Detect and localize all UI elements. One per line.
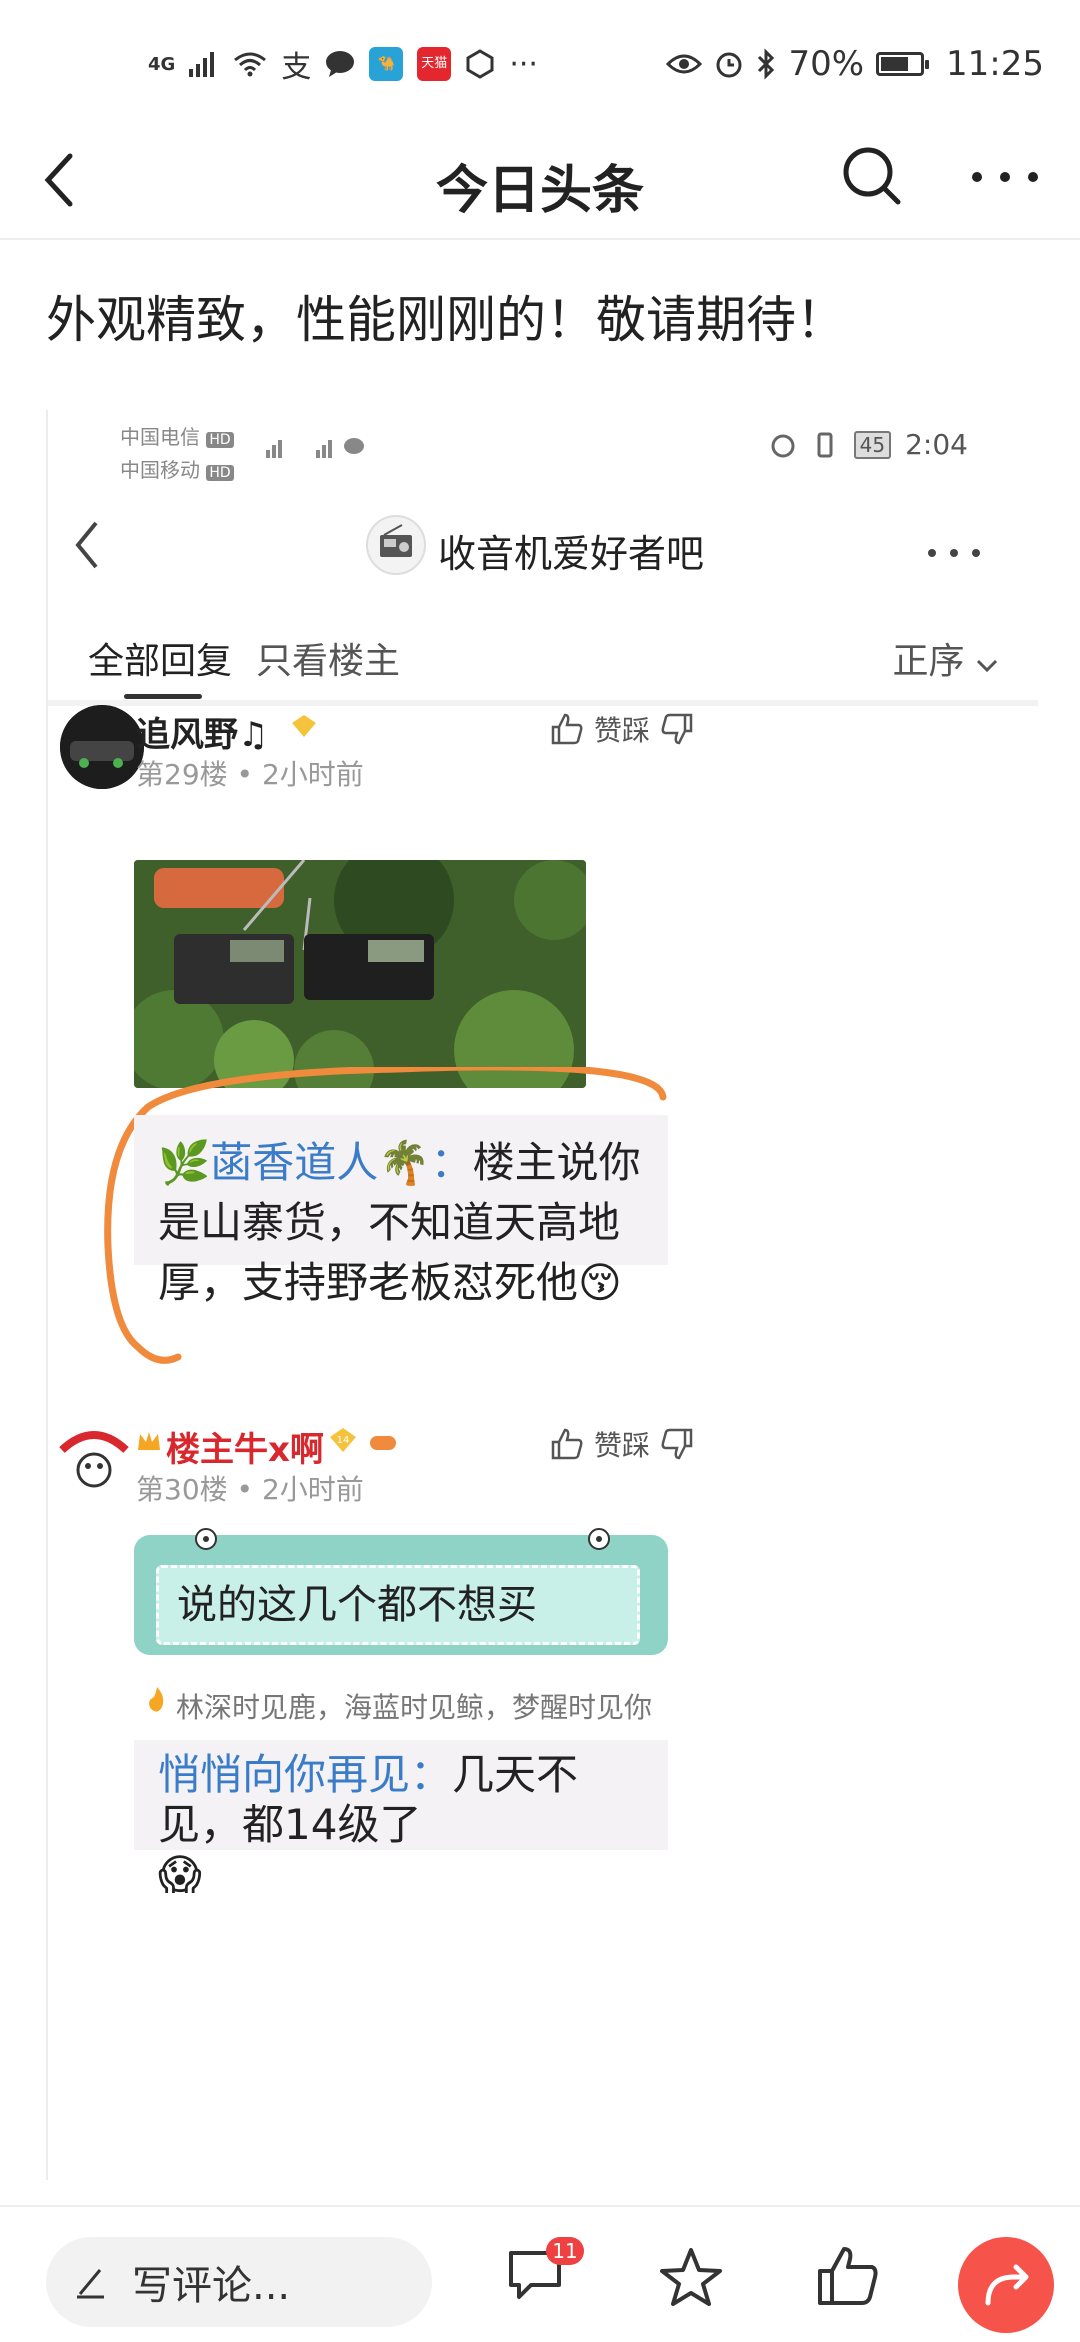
flame-icon <box>149 1687 164 1712</box>
embedded-screenshot[interactable]: 中国电信 HD 中国移动 HD 45 2:04 收音机爱好者吧 全部回复 只看楼… <box>46 410 1038 2180</box>
alipay-icon: 支 <box>281 50 312 85</box>
username[interactable]: 追风野♫ <box>136 707 268 756</box>
battery-icon <box>876 52 930 76</box>
floor-number: 第30楼 <box>136 1473 228 1506</box>
alarm-icon <box>716 52 742 78</box>
embedded-status-right: 45 2:04 <box>770 428 968 461</box>
like-dislike[interactable]: 赞踩 <box>550 1424 694 1464</box>
tab-owner-only[interactable]: 只看楼主 <box>256 632 400 684</box>
like-label: 赞踩 <box>594 714 651 747</box>
chat-bubble-icon <box>326 51 355 77</box>
chevron-down-icon <box>976 659 998 673</box>
gamepad-icon <box>370 1436 396 1450</box>
top-nav: 今日头条 <box>0 120 1080 240</box>
level-diamond-icon <box>292 715 316 737</box>
comment-input[interactable]: 写评论... <box>46 2237 432 2327</box>
level-badge-icon: 14 <box>330 1428 356 1452</box>
network-type: 4G <box>148 53 176 75</box>
status-left-icons: 4G 支 🐪 天猫 ··· <box>148 42 538 86</box>
post-meta: 第30楼 • 2小时前 <box>136 1473 364 1506</box>
post-photo[interactable] <box>134 860 586 1088</box>
carrier-1: 中国电信 <box>120 425 200 449</box>
post-floor-29: 追风野♫ 第29楼 • 2小时前 赞踩 🌿菡香道人🌴：楼主说你是山寨货，不知道天… <box>48 705 1038 1405</box>
embedded-more-icon[interactable] <box>926 547 982 559</box>
wifi-icon <box>234 52 267 77</box>
hd-badge: HD <box>206 465 234 481</box>
quoted-reply[interactable]: 🌿菡香道人🌴：楼主说你是山寨货，不知道天高地厚，支持野老板怼死他😚 <box>134 1115 668 1307</box>
thumbs-down-icon[interactable] <box>660 712 694 746</box>
sticker-text-box: 说的这几个都不想买 <box>156 1565 640 1645</box>
thumbs-up-icon[interactable] <box>816 2245 880 2307</box>
bluetooth-icon <box>758 48 775 80</box>
hd-badge: HD <box>206 432 234 448</box>
carrier-2: 中国移动 <box>120 458 200 482</box>
clock: 11:25 <box>946 44 1044 84</box>
like-dislike[interactable]: 赞踩 <box>550 709 694 749</box>
post-time: 2小时前 <box>261 758 364 791</box>
quote-author[interactable]: 悄悄向你再见 <box>158 1750 410 1799</box>
post-floor-30: 楼主牛x啊 14 第30楼 • 2小时前 赞踩 说的这几个都不想买 林深时见鹿，… <box>48 1420 1038 2180</box>
eye-icon <box>666 54 703 74</box>
app-hexagon-icon <box>466 49 494 79</box>
tab-all-replies[interactable]: 全部回复 <box>88 632 232 684</box>
article-caption: 外观精致，性能刚刚的！敬请期待！ <box>46 291 846 349</box>
post-time: 2小时前 <box>261 1473 364 1506</box>
floor-number: 第29楼 <box>136 758 228 791</box>
post-meta: 第29楼 • 2小时前 <box>136 758 364 791</box>
sticker-bubble: 说的这几个都不想买 <box>134 1528 668 1655</box>
embedded-signal-icon <box>266 438 364 458</box>
search-icon[interactable] <box>840 144 904 208</box>
sort-dropdown[interactable]: 正序 <box>893 632 998 684</box>
embedded-alarm-icon <box>771 434 795 457</box>
active-tab-underline <box>124 694 202 699</box>
tmall-icon: 天猫 <box>417 47 452 81</box>
embedded-nav: 收音机爱好者吧 <box>48 495 1038 595</box>
comment-count-badge: 11 <box>546 2237 584 2265</box>
status-bar: 4G 支 🐪 天猫 ··· 70% 11:25 <box>0 0 1080 120</box>
status-right-icons: 70% 11:25 <box>666 42 1044 86</box>
avatar[interactable] <box>52 1420 136 1504</box>
signal-icon <box>189 52 215 77</box>
embedded-status-left: 中国电信 HD 中国移动 HD <box>120 422 234 488</box>
share-arrow-icon <box>985 2264 1029 2306</box>
share-button[interactable] <box>958 2237 1054 2333</box>
embedded-vibrate-icon <box>817 432 833 457</box>
palm-tree-icon: 🌴 <box>378 1138 431 1187</box>
avatar[interactable] <box>60 705 144 789</box>
signature: 林深时见鹿，海蓝时见鲸，梦醒时见你 <box>176 1691 653 1724</box>
thumbs-up-icon[interactable] <box>550 712 584 746</box>
camel-app-icon: 🐪 <box>369 47 404 81</box>
emoji-icon: 😚 <box>578 1258 622 1307</box>
quoted-reply[interactable]: 悄悄向你再见：几天不见，都14级了 😱 <box>134 1740 668 1899</box>
embedded-clock: 2:04 <box>905 428 968 461</box>
thumbs-down-icon[interactable] <box>660 1427 694 1461</box>
like-label: 赞踩 <box>594 1429 651 1462</box>
radio-forum-icon <box>366 515 426 575</box>
sticker-eyes-icon <box>195 1528 610 1550</box>
more-notifications: ··· <box>509 46 538 82</box>
forum-title: 收音机爱好者吧 <box>438 532 705 576</box>
embedded-back-icon[interactable] <box>72 515 102 575</box>
thumbs-up-icon[interactable] <box>550 1427 584 1461</box>
embedded-tabs: 全部回复 只看楼主 正序 <box>48 610 1038 706</box>
comment-placeholder: 写评论... <box>132 2263 291 2309</box>
page-title: 今日头条 <box>435 161 644 221</box>
username[interactable]: 楼主牛x啊 <box>166 1422 324 1471</box>
crown-icon <box>138 1432 160 1450</box>
sort-label: 正序 <box>892 641 965 682</box>
leaf-icon: 🌿 <box>158 1138 211 1187</box>
more-options-icon[interactable] <box>970 170 1040 184</box>
sticker-text: 说的这几个都不想买 <box>177 1582 537 1628</box>
svg-text:14: 14 <box>337 1435 350 1446</box>
embedded-battery: 45 <box>853 430 892 459</box>
pencil-icon <box>77 2269 104 2299</box>
bottom-action-bar: 写评论... 11 <box>0 2205 1080 2342</box>
scared-emoji-icon: 😱 <box>158 1850 202 1899</box>
quote-author[interactable]: 菡香道人 <box>210 1138 378 1187</box>
star-icon[interactable] <box>660 2247 722 2307</box>
battery-percent: 70% <box>788 44 865 84</box>
